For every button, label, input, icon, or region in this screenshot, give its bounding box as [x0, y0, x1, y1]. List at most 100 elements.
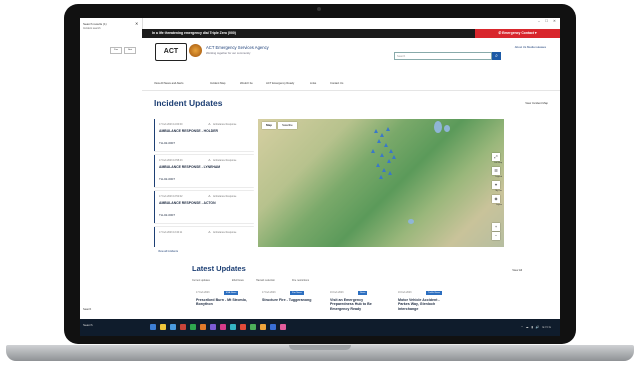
update-card[interactable]: 16 Feb 2023 Traffic News Motor Vehicle A…	[398, 291, 448, 319]
incident-pin-icon[interactable]	[380, 153, 384, 157]
view-all-incidents-link[interactable]: View all Incidents	[158, 250, 178, 253]
layers-label: Layers	[495, 204, 502, 206]
incident-card[interactable]: 17 Feb 2023 13:40:11 ⚠ Ambulance Respons…	[154, 227, 254, 247]
incident-pin-icon[interactable]	[392, 155, 396, 159]
layers-icon[interactable]: ◈	[492, 195, 500, 203]
incident-pin-icon[interactable]	[389, 149, 393, 153]
incident-status: Ambulance Response	[213, 195, 237, 198]
incident-pin-icon[interactable]	[377, 139, 381, 143]
incident-pin-icon[interactable]	[379, 175, 383, 179]
nav-item-links[interactable]: Links	[310, 82, 316, 85]
nav-item-incident-map[interactable]: Incident Map	[210, 82, 225, 85]
edge-browser-icon[interactable]	[170, 324, 176, 330]
incident-pin-icon[interactable]	[376, 163, 380, 167]
act-logo[interactable]: ACT	[155, 43, 187, 61]
filter-fire-restrictions[interactable]: Fire restrictions	[292, 279, 309, 282]
app-icon[interactable]	[230, 324, 236, 330]
incident-card-list: 17 Feb 2023 14:00:00 ⚠ Ambulance Respons…	[154, 119, 254, 247]
app-icon[interactable]	[200, 324, 206, 330]
incident-pin-icon[interactable]	[374, 129, 378, 133]
filter-current-updates[interactable]: Current updates	[192, 279, 210, 282]
filter-esa-news[interactable]: ESA News	[232, 279, 244, 282]
taskbar-search[interactable]: Search	[83, 323, 93, 327]
main-nav: View All News and Alerts Incident Map Wo…	[142, 80, 560, 91]
header-links[interactable]: About Us Media releases	[515, 45, 546, 49]
filter-hazard-reduction[interactable]: Hazard reduction	[256, 279, 275, 282]
incident-id: TH-02-0007	[159, 213, 176, 217]
incident-card[interactable]: 17 Feb 2023 14:00:00 ⚠ Ambulance Respons…	[154, 119, 254, 151]
app-icon[interactable]	[240, 324, 246, 330]
nav-item-contact[interactable]: Contact Us	[330, 82, 343, 85]
lake-shape	[408, 219, 414, 224]
zoom-in-button[interactable]: +	[492, 223, 500, 231]
incident-map[interactable]: Map Satellite ⤢ Full Map ☰ Legend ⌖ My L…	[258, 119, 504, 247]
chevron-down-icon: ▾	[533, 31, 537, 35]
incident-pin-icon[interactable]	[387, 159, 391, 163]
update-badge: Traffic News	[426, 291, 443, 295]
location-icon[interactable]: ⌖	[492, 181, 500, 189]
app-icon[interactable]	[220, 324, 226, 330]
system-tray[interactable]: ^ ☁ ▮ 🔊 ENG	[521, 325, 552, 329]
map-tab-satellite[interactable]: Satellite	[278, 122, 297, 129]
incident-pin-icon[interactable]	[386, 127, 390, 131]
incident-date: 17 Feb 2023 14:00:00	[159, 123, 183, 126]
window-controls[interactable]: – ☐ ✕	[538, 19, 558, 23]
esa-emblem-icon	[189, 44, 202, 57]
update-title: Motor Vehicle Accident - Parkes Way, Gle…	[398, 298, 440, 311]
latest-view-all-link[interactable]: View All	[512, 268, 522, 272]
app-icon[interactable]	[210, 324, 216, 330]
app-icon[interactable]	[280, 324, 286, 330]
view-incident-map-link[interactable]: View Incident Map	[525, 101, 548, 105]
incident-pin-icon[interactable]	[384, 143, 388, 147]
camera-icon	[317, 7, 321, 11]
lake-shape	[444, 125, 450, 132]
app-icon[interactable]	[190, 324, 196, 330]
incident-updates-title: Incident Updates	[154, 98, 223, 108]
update-card[interactable]: 16 Feb 2023 News Visit an Emergency Prep…	[330, 291, 380, 319]
warning-icon: ⚠	[208, 194, 211, 198]
nav-item-news[interactable]: View All News and Alerts	[154, 82, 184, 85]
incident-card[interactable]: 17 Feb 2023 13:58:43 ⚠ Ambulance Respons…	[154, 155, 254, 187]
site-header: ACT ACT Emergency Services Agency Workin…	[142, 38, 560, 74]
file-explorer-icon[interactable]	[160, 324, 166, 330]
app-icon[interactable]	[270, 324, 276, 330]
warning-icon: ⚠	[208, 230, 211, 234]
agency-name: ACT Emergency Services Agency	[206, 45, 269, 50]
next-button[interactable]: Next	[124, 47, 136, 54]
legend-icon[interactable]: ☰	[492, 167, 500, 175]
windows-start-icon[interactable]	[150, 324, 156, 330]
search-input[interactable]: Search	[394, 52, 492, 60]
zoom-out-button[interactable]: −	[492, 232, 500, 240]
map-tab-map[interactable]: Map	[262, 122, 276, 129]
emergency-contact-button[interactable]: ✆ Emergency Contact ▾	[475, 29, 560, 38]
close-icon[interactable]: ✕	[135, 21, 138, 26]
app-icon[interactable]	[180, 324, 186, 330]
website: In a life threatening emergency dial Tri…	[142, 29, 560, 319]
prev-button[interactable]: Prev	[110, 47, 122, 54]
nav-item-would-i-be[interactable]: Would I be	[240, 82, 253, 85]
update-card[interactable]: 17 Feb 2023 Fire News Structure Fire - T…	[262, 291, 312, 319]
lake-shape	[434, 121, 442, 133]
app-icon[interactable]	[260, 324, 266, 330]
update-title: Visit an Emergency Preparedness Hub to B…	[330, 298, 372, 311]
incident-date: 17 Feb 2023 13:52:02	[159, 195, 183, 198]
agency-tagline: Working together for our community	[206, 51, 251, 55]
app-icon[interactable]	[250, 324, 256, 330]
incident-name: AMBULANCE RESPONSE - HOLDER	[159, 129, 218, 133]
update-date: 16 Feb 2023	[330, 291, 344, 294]
latest-updates-title: Latest Updates	[192, 264, 246, 273]
incident-pin-icon[interactable]	[380, 133, 384, 137]
side-panel-footer[interactable]: Search	[83, 308, 91, 311]
search-button[interactable]: ⌕	[492, 52, 501, 60]
fullscreen-icon[interactable]: ⤢	[492, 153, 500, 161]
browser-side-panel: Search results (1) Incident search ✕ Pre…	[80, 18, 143, 319]
incident-pin-icon[interactable]	[382, 168, 386, 172]
nav-item-emergency-ready[interactable]: ACT Emergency Ready	[266, 82, 294, 85]
emergency-text: In a life threatening emergency dial Tri…	[152, 31, 236, 35]
incident-pin-icon[interactable]	[388, 171, 392, 175]
update-card[interactable]: 17 Feb 2023 ESA News Prescribed Burn - M…	[196, 291, 247, 319]
legend-label: Legend	[495, 176, 502, 178]
incident-pin-icon[interactable]	[371, 149, 375, 153]
incident-card[interactable]: 17 Feb 2023 13:52:02 ⚠ Ambulance Respons…	[154, 191, 254, 223]
update-date: 17 Feb 2023	[196, 291, 210, 294]
